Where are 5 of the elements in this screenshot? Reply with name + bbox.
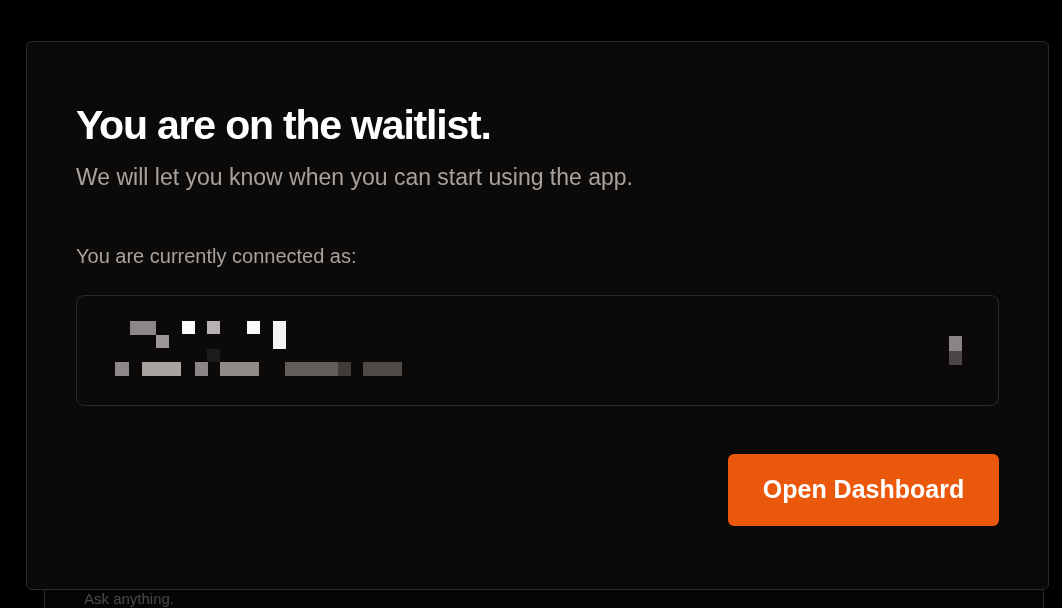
redacted-icon [949, 336, 962, 365]
open-dashboard-button[interactable]: Open Dashboard [728, 454, 999, 526]
dialog-title: You are on the waitlist. [76, 101, 492, 150]
dialog-subtitle: We will let you know when you can start using the app. [76, 163, 634, 192]
account-label: You are currently connected as: [76, 244, 358, 268]
